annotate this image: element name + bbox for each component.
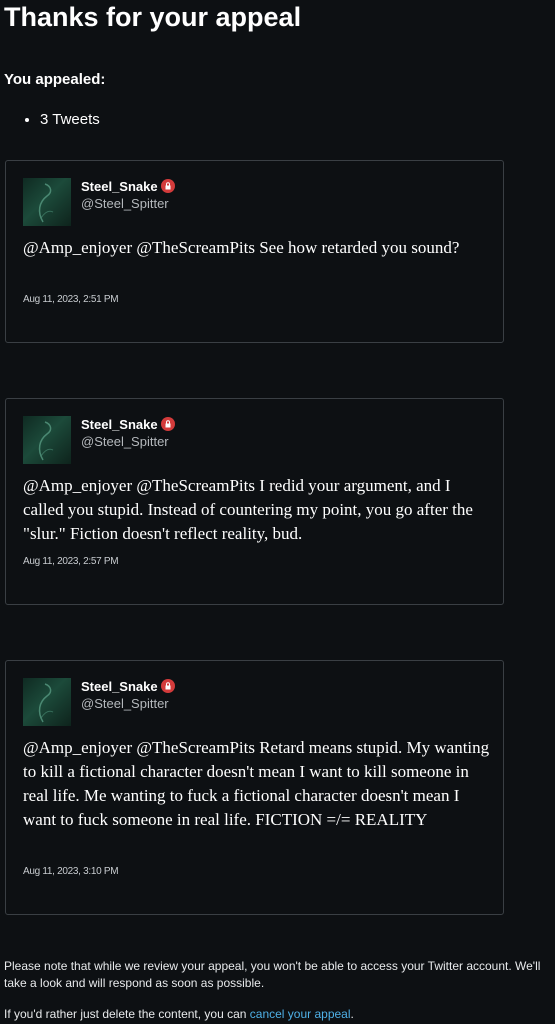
tweet-date: Aug 11, 2023, 2:57 PM (23, 556, 119, 567)
tweet-text: @Amp_enjoyer @TheScreamPits See how reta… (23, 238, 460, 257)
avatar-image (38, 421, 54, 461)
protected-lock-icon (160, 417, 175, 431)
user-name-text: Steel_Snake (81, 417, 158, 432)
cancel-prefix: If you'd rather just delete the content,… (4, 1007, 250, 1021)
user-handle: @Steel_Spitter (81, 696, 169, 711)
user-name: Steel_Snake (81, 178, 175, 195)
user-name-text: Steel_Snake (81, 179, 158, 194)
appeal-confirmation-page: Thanks for your appeal You appealed: 3 T… (0, 0, 555, 1024)
tweet-header: Steel_Snake @Steel_Spitter (23, 416, 483, 464)
user-handle: @Steel_Spitter (81, 434, 169, 449)
tweet-text: @Amp_enjoyer @TheScreamPits Retard means… (23, 738, 490, 829)
avatar (23, 416, 71, 464)
review-note: Please note that while we review your ap… (4, 959, 541, 990)
avatar (23, 178, 71, 226)
tweet-header: Steel_Snake @Steel_Spitter (23, 178, 483, 226)
avatar-image (38, 183, 54, 223)
tweet-card: Steel_Snake @Steel_Spitter @Amp_enjoyer … (5, 660, 504, 915)
tweet-text: @Amp_enjoyer @TheScreamPits I redid your… (23, 476, 473, 543)
tweet-card: Steel_Snake @Steel_Spitter @Amp_enjoyer … (5, 160, 504, 343)
tweet-header: Steel_Snake @Steel_Spitter (23, 678, 483, 726)
protected-lock-icon (160, 179, 175, 193)
tweet-card: Steel_Snake @Steel_Spitter @Amp_enjoyer … (5, 398, 504, 605)
cancel-appeal-link[interactable]: cancel your appeal (250, 1007, 351, 1021)
cancel-appeal-line: If you'd rather just delete the content,… (4, 1006, 552, 1023)
avatar-image (38, 683, 54, 723)
tweet-date: Aug 11, 2023, 2:51 PM (23, 294, 119, 305)
user-handle: @Steel_Spitter (81, 196, 169, 211)
user-name-text: Steel_Snake (81, 679, 158, 694)
avatar (23, 678, 71, 726)
user-name: Steel_Snake (81, 678, 175, 695)
tweet-date: Aug 11, 2023, 3:10 PM (23, 866, 119, 877)
appealed-items-list: 3 Tweets (0, 110, 100, 130)
appealed-label: You appealed: (4, 71, 106, 88)
cancel-suffix: . (350, 1007, 354, 1021)
protected-lock-icon (160, 679, 175, 693)
appealed-item: 3 Tweets (40, 110, 100, 130)
page-title: Thanks for your appeal (4, 2, 302, 32)
user-name: Steel_Snake (81, 416, 175, 433)
